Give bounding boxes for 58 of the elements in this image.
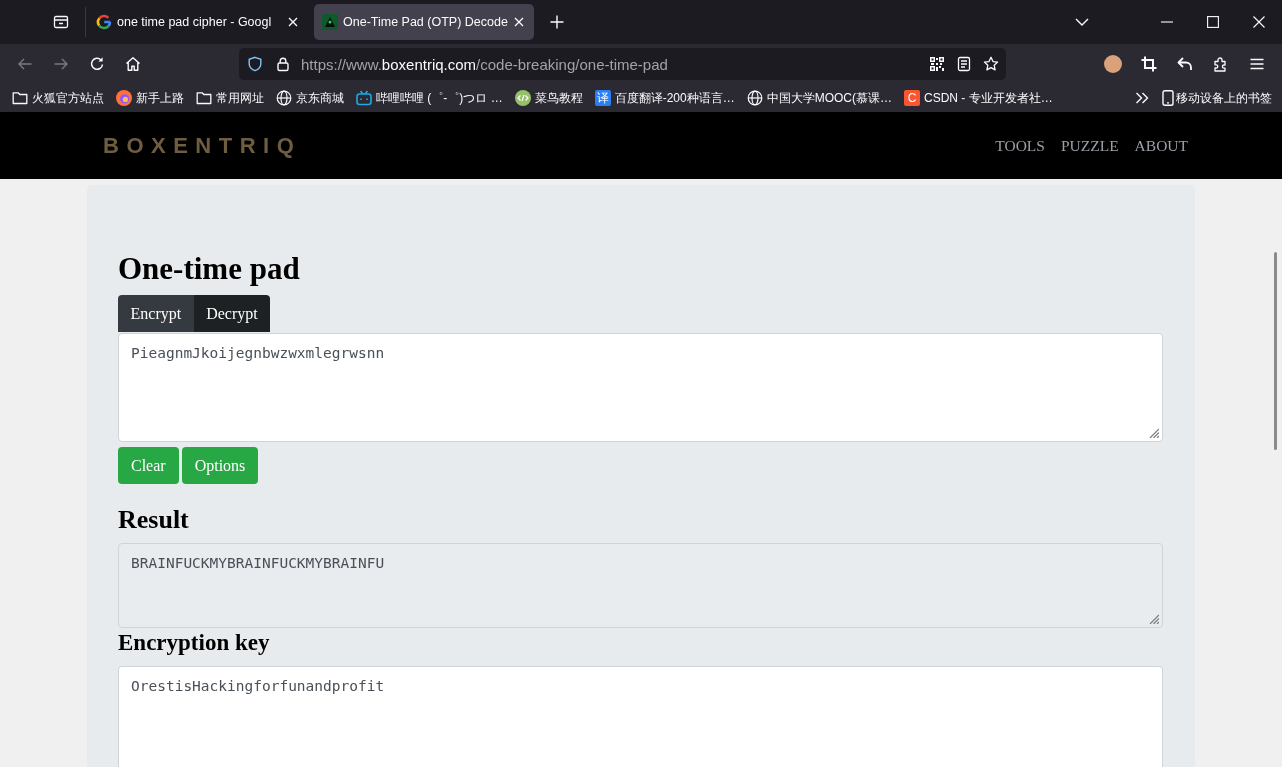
tv-icon [356, 90, 372, 106]
bookmark-item[interactable]: 火狐官方站点 [12, 89, 104, 107]
mode-tab[interactable]: Encrypt [118, 295, 194, 332]
page-title: One-time pad [118, 250, 300, 288]
globe-icon [746, 90, 763, 106]
tab-list-icon[interactable] [53, 14, 69, 30]
glyph-badge-icon: C [904, 90, 920, 106]
qr-code-icon[interactable] [929, 56, 945, 72]
bookmark-item[interactable]: C CSDN - 专业开发者社… [904, 89, 1053, 107]
result-heading: Result [118, 504, 189, 536]
bookmark-item[interactable]: 哔哩哔哩 (゜-゜)つロ … [356, 89, 503, 107]
result-field[interactable]: BRAINFUCKMYBRAINFUCKMYBRAINFU [118, 543, 1163, 628]
avatar-icon[interactable] [1104, 55, 1122, 73]
nav-link[interactable]: ABOUT [1134, 136, 1188, 155]
browser-logo-icon [116, 90, 132, 106]
curved-arrow-icon[interactable] [1177, 56, 1193, 72]
reader-view-icon[interactable] [956, 56, 972, 72]
lock-icon[interactable] [275, 56, 291, 72]
close-icon[interactable] [287, 16, 299, 28]
mode-tab[interactable]: Decrypt [193, 295, 271, 332]
home-icon[interactable] [125, 56, 141, 72]
bookmark-item[interactable]: 新手上路 [116, 89, 184, 107]
bookmark-item[interactable]: 京东商城 [276, 89, 344, 107]
bookmark-item[interactable]: 常用网址 [196, 89, 264, 107]
bookmark-item[interactable]: 译 百度翻译-200种语言… [594, 89, 735, 107]
glyph-badge-icon: 译 [594, 90, 611, 106]
folder-icon [12, 90, 28, 106]
reload-icon[interactable] [89, 56, 105, 72]
folder-icon [196, 90, 212, 106]
crop-icon[interactable] [1141, 56, 1157, 72]
phone-icon [1162, 90, 1174, 106]
nav-link[interactable]: PUZZLE [1060, 136, 1119, 155]
code-badge-icon [514, 90, 531, 106]
bookmark-item[interactable]: 中国大学MOOC(慕课… [746, 89, 892, 107]
globe-icon [276, 90, 292, 106]
bookmark-item[interactable]: 菜鸟教程 [514, 89, 583, 107]
resize-handle-icon[interactable] [1149, 428, 1159, 438]
bookmark-item[interactable]: 移动设备上的书签 [1162, 89, 1272, 107]
browser-tab[interactable]: one time pad cipher - Googl [88, 4, 308, 40]
g-logo-icon [96, 14, 112, 30]
menu-icon[interactable] [1249, 56, 1265, 72]
chevrons-right-icon[interactable] [1134, 90, 1150, 106]
address-bar[interactable]: https://www.boxentriq.com/code-breaking/one-time-pad [239, 48, 1006, 80]
key-field[interactable]: OrestisHackingforfunandprofit [118, 666, 1163, 767]
puzzle-piece-icon[interactable] [1213, 56, 1229, 72]
key-heading: Encryption key [118, 629, 270, 657]
ciphertext-field[interactable]: PieagnmJkoijegnbwzwxmlegrwsnn [118, 333, 1163, 442]
favicon-icon [322, 14, 338, 30]
browser-tab[interactable]: One-Time Pad (OTP) Decode [314, 4, 534, 40]
close-icon[interactable] [1253, 16, 1265, 28]
close-icon[interactable] [513, 16, 525, 28]
plus-icon[interactable] [549, 14, 565, 30]
shield-icon[interactable] [247, 56, 263, 72]
nav-link[interactable]: TOOLS [995, 136, 1045, 155]
resize-handle-icon[interactable] [1149, 614, 1159, 624]
maximize-icon[interactable] [1207, 16, 1219, 28]
star-icon[interactable] [983, 56, 999, 72]
scrollbar-thumb[interactable] [1274, 252, 1277, 450]
